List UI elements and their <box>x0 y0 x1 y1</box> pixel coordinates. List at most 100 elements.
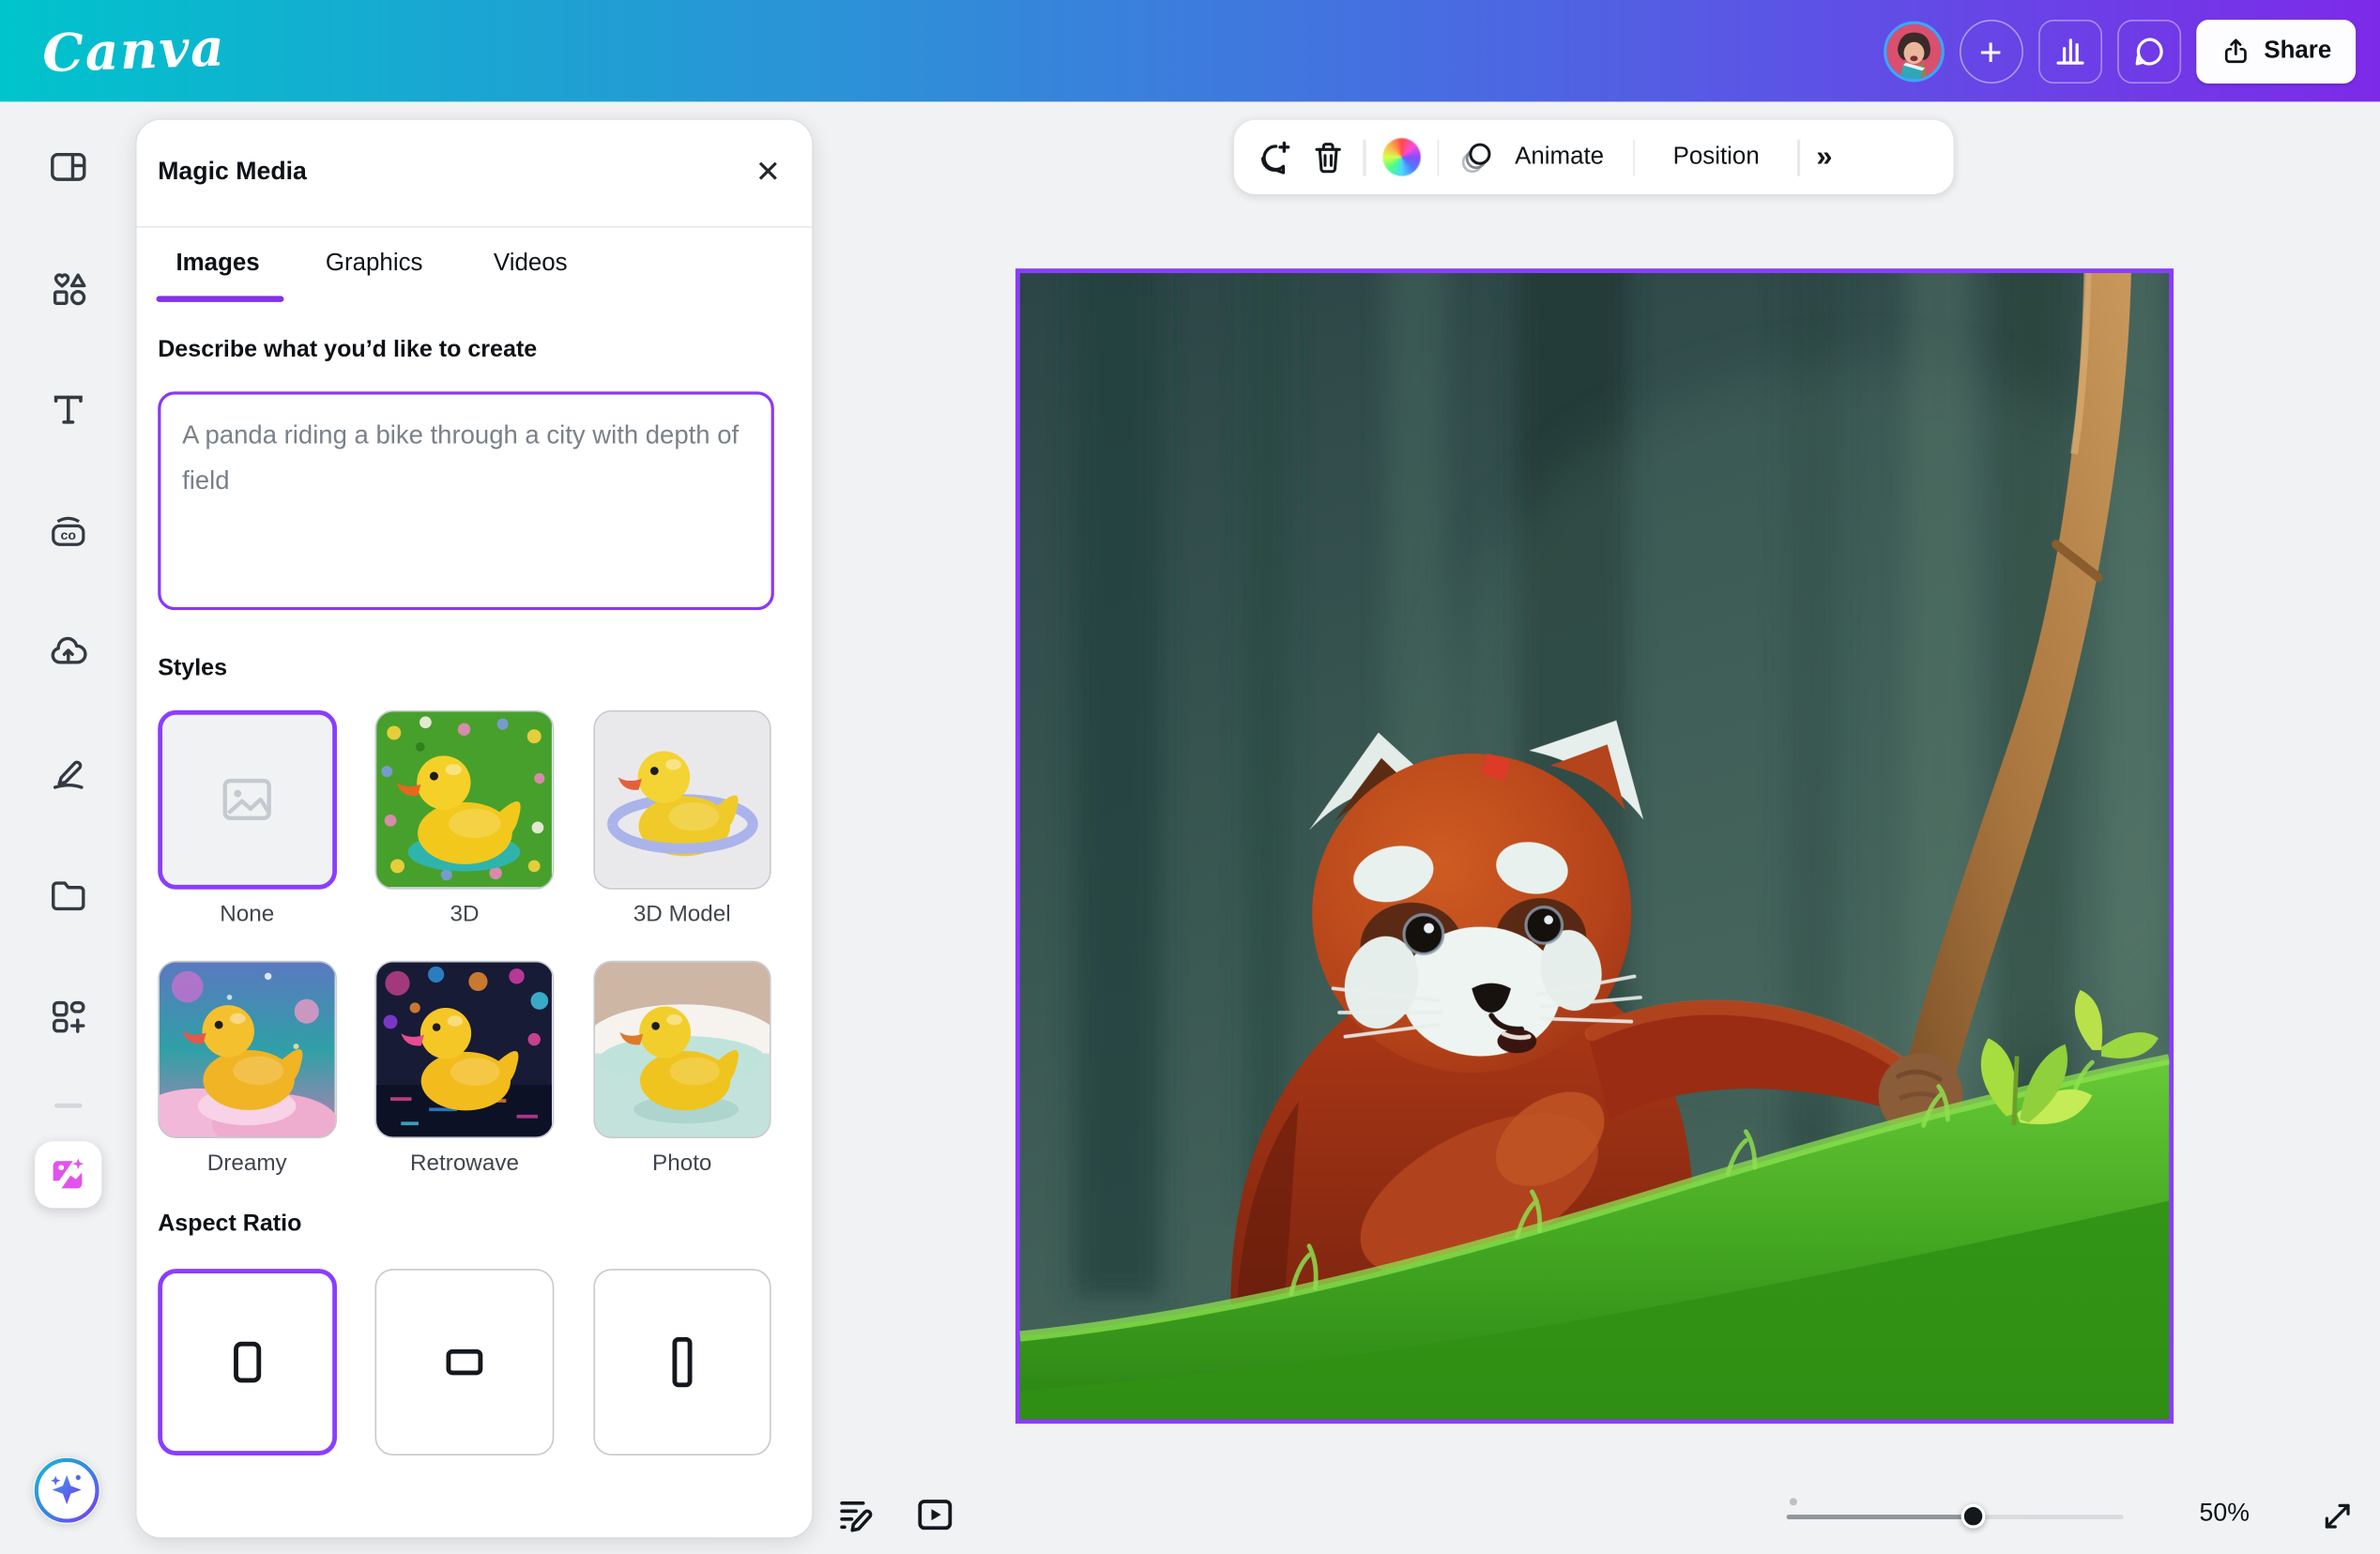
canva-assistant-button[interactable] <box>34 1457 100 1524</box>
style-label: Retrowave <box>410 1150 519 1176</box>
share-label: Share <box>2264 38 2331 65</box>
selection-toolbar: Animate Position » <box>1234 120 1954 194</box>
panel-title: Magic Media <box>158 159 307 188</box>
style-option-3d-model[interactable]: 3D Model <box>593 710 771 926</box>
zoom-fit-marker <box>1790 1498 1797 1505</box>
user-avatar[interactable] <box>1883 21 1944 82</box>
sidebar-divider <box>54 1104 82 1107</box>
magic-media-panel: Magic Media ✕ Images Graphics Videos Des… <box>137 120 813 1538</box>
add-comment-icon[interactable] <box>1254 137 1293 176</box>
chat-bubble-icon <box>2130 33 2167 69</box>
style-option-dreamy[interactable]: Dreamy <box>158 960 336 1176</box>
zoom-controls: 50% <box>1787 1493 2357 1539</box>
tab-graphics[interactable]: Graphics <box>296 227 452 302</box>
aspect-option-landscape[interactable] <box>375 1269 554 1455</box>
position-button[interactable]: Position <box>1652 144 1780 171</box>
sidebar: co <box>0 101 137 1554</box>
color-picker-icon[interactable] <box>1382 138 1420 175</box>
insights-button[interactable] <box>2037 19 2101 83</box>
present-play-icon[interactable] <box>914 1493 956 1535</box>
toolbar-divider <box>1363 139 1365 175</box>
notes-icon[interactable] <box>835 1493 877 1535</box>
share-export-icon <box>2220 36 2250 66</box>
toolbar-divider <box>1633 139 1635 175</box>
style-thumb-none <box>158 710 336 889</box>
sidebar-item-uploads[interactable] <box>25 605 111 699</box>
animate-icon <box>1458 139 1495 175</box>
sparkle-assistant-icon <box>34 1457 100 1524</box>
zoom-slider[interactable] <box>1787 1514 2124 1518</box>
toolbar-divider <box>1797 139 1799 175</box>
add-member-button[interactable]: + <box>1959 19 2022 83</box>
cloud-upload-icon <box>47 632 89 674</box>
style-label: 3D <box>450 901 479 926</box>
sidebar-item-brand[interactable]: co <box>25 484 111 578</box>
animate-button[interactable]: Animate <box>1456 139 1616 175</box>
landscape-ratio-icon <box>447 1349 483 1375</box>
draw-pen-icon <box>47 753 89 795</box>
sidebar-item-projects[interactable] <box>25 848 111 942</box>
share-button[interactable]: Share <box>2196 19 2357 83</box>
style-thumb-3d <box>375 710 554 889</box>
canvas-selected-image[interactable] <box>1015 268 2174 1424</box>
aspect-ratio-heading: Aspect Ratio <box>158 1211 774 1239</box>
style-label: Photo <box>652 1150 711 1176</box>
tab-videos[interactable]: Videos <box>452 227 609 302</box>
sidebar-item-magic-media-active[interactable] <box>35 1140 101 1207</box>
aspect-ratio-grid <box>158 1269 774 1455</box>
more-tools-chevron-icon[interactable]: » <box>1816 141 1832 175</box>
zoom-level: 50% <box>2200 1500 2250 1529</box>
style-thumb-retrowave <box>375 960 554 1138</box>
design-icon <box>47 145 89 188</box>
folder-icon <box>47 875 89 917</box>
style-label: 3D Model <box>633 901 731 926</box>
animate-label: Animate <box>1505 144 1612 171</box>
prompt-input[interactable] <box>158 391 774 610</box>
bar-chart-icon <box>2052 33 2088 69</box>
delete-trash-icon[interactable] <box>1310 139 1347 175</box>
canva-editor: Canva + <box>0 0 2380 1554</box>
sidebar-item-apps[interactable] <box>25 969 111 1063</box>
style-label: None <box>220 901 274 926</box>
footer-left-tools <box>835 1493 956 1535</box>
image-placeholder-icon <box>162 715 331 884</box>
style-option-photo[interactable]: Photo <box>593 960 771 1176</box>
avatar-image <box>1886 23 1941 78</box>
tab-images[interactable]: Images <box>140 227 297 302</box>
aspect-option-square[interactable] <box>158 1269 336 1455</box>
sidebar-item-text[interactable] <box>25 363 111 457</box>
portrait-ratio-icon <box>672 1337 692 1387</box>
square-ratio-icon <box>234 1342 261 1383</box>
elements-icon <box>47 267 89 310</box>
text-icon <box>47 388 89 431</box>
style-option-none[interactable]: None <box>158 710 336 926</box>
style-option-retrowave[interactable]: Retrowave <box>375 960 554 1176</box>
styles-heading: Styles <box>158 656 774 683</box>
zoom-slider-thumb[interactable] <box>1961 1504 1986 1529</box>
panel-body: Describe what you’d like to create Style… <box>137 337 813 1455</box>
panel-header: Magic Media ✕ <box>137 120 813 227</box>
apps-icon <box>47 996 89 1038</box>
panel-tabs: Images Graphics Videos <box>140 227 812 302</box>
sidebar-item-draw[interactable] <box>25 727 111 821</box>
style-option-3d[interactable]: 3D <box>375 710 554 926</box>
top-bar: Canva + <box>0 0 2380 101</box>
comments-button[interactable] <box>2116 19 2180 83</box>
zoom-slider-fill <box>1787 1514 1974 1518</box>
aspect-option-portrait[interactable] <box>593 1269 771 1455</box>
close-icon[interactable]: ✕ <box>745 150 791 196</box>
style-thumb-3d-model <box>593 710 771 889</box>
canva-logo[interactable]: Canva <box>41 17 226 84</box>
topbar-actions: + <box>1883 19 2380 83</box>
fullscreen-expand-icon[interactable] <box>2319 1498 2356 1534</box>
styles-grid: None <box>158 710 774 1177</box>
svg-text:co: co <box>61 527 77 542</box>
active-tab-indicator <box>157 296 284 301</box>
sidebar-item-design[interactable] <box>25 120 111 214</box>
style-thumb-photo <box>593 960 771 1138</box>
describe-heading: Describe what you’d like to create <box>158 337 774 364</box>
red-panda-artwork <box>1020 273 2169 1419</box>
style-thumb-dreamy <box>158 960 336 1138</box>
sidebar-item-elements[interactable] <box>25 241 111 335</box>
magic-media-icon <box>49 1154 88 1194</box>
